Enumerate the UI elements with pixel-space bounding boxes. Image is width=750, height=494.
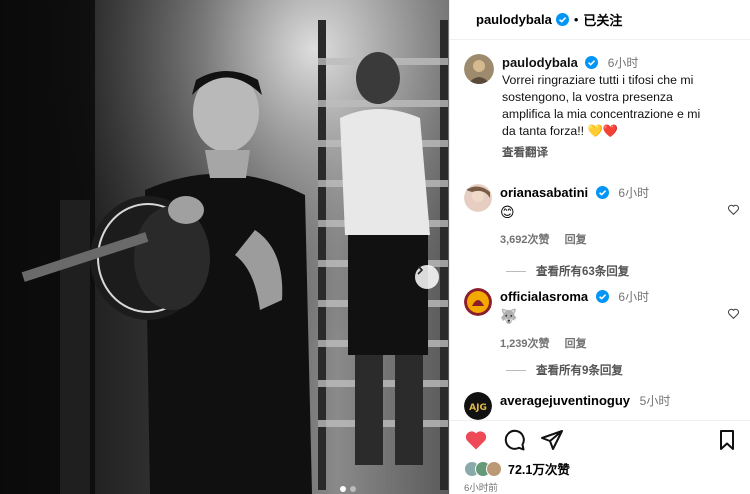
post-timestamp: 6小时前	[464, 483, 498, 494]
bookmark-icon[interactable]	[715, 428, 739, 452]
carousel-dot	[350, 486, 356, 492]
share-icon[interactable]	[540, 428, 564, 452]
verified-badge-icon	[595, 186, 609, 199]
caption-line: sostengono, la vostra presenza	[502, 90, 673, 104]
likes-count[interactable]: 72.1万次赞	[508, 459, 570, 478]
comment-item: officialasroma 6小时 🐺 1,239次赞 回复	[464, 288, 744, 351]
reply-button[interactable]: 回复	[565, 338, 587, 350]
caption-line: amplifica la mia concentrazione e mi	[502, 107, 701, 121]
next-photo-button[interactable]	[415, 265, 439, 289]
comment-username[interactable]: officialasroma	[500, 289, 588, 304]
view-replies-row[interactable]: 查看所有63条回复	[506, 263, 629, 279]
comment-text: 🐺	[500, 308, 518, 324]
avatar[interactable]: AJG	[464, 392, 492, 420]
header-separator: •	[573, 12, 579, 27]
avatar[interactable]	[464, 54, 494, 84]
heart-filled-icon[interactable]	[464, 428, 488, 452]
caption-username[interactable]: paulodybala	[502, 55, 578, 70]
likes-summary[interactable]: 72.1万次赞	[464, 459, 570, 478]
carousel-dot-active	[340, 486, 346, 492]
comment-item: orianasabatini 6小时 😊 3,692次赞 回复	[464, 184, 744, 247]
instagram-post-view: paulodybala • 已关注 paulodybala 6小时 Vorrei…	[0, 0, 750, 494]
post-caption: paulodybala 6小时 Vorrei ringraziare tutti…	[464, 54, 744, 162]
comment-likes[interactable]: 1,239次赞	[500, 338, 550, 350]
see-translation-link[interactable]: 查看翻译	[502, 145, 700, 162]
comment-username[interactable]: orianasabatini	[500, 185, 588, 200]
caption-time: 6小时	[607, 56, 639, 70]
gym-photo-illustration	[0, 0, 449, 494]
verified-badge-icon	[555, 13, 569, 26]
verified-badge-icon	[595, 290, 609, 303]
comment-username[interactable]: averagejuventinoguy	[500, 393, 630, 408]
caption-line: da tanta forza!! 💛❤️	[502, 124, 619, 138]
view-replies-link[interactable]: 查看所有63条回复	[536, 263, 629, 279]
divider-line	[506, 270, 526, 272]
post-actions-bar: 72.1万次赞 6小时前	[450, 420, 750, 494]
comment-time: 6小时	[618, 290, 650, 304]
liker-avatar	[486, 460, 502, 477]
heart-outline-icon[interactable]	[727, 307, 740, 320]
chevron-right-icon	[417, 265, 424, 275]
post-photo[interactable]	[0, 0, 449, 494]
caption-line: Vorrei ringraziare tutti i tifosi che mi	[502, 73, 694, 87]
heart-outline-icon[interactable]	[727, 203, 740, 216]
comment-item: AJG averagejuventinoguy 5小时	[464, 392, 744, 420]
divider-line	[506, 369, 526, 371]
comment-time: 6小时	[618, 186, 650, 200]
carousel-indicator	[340, 486, 356, 492]
svg-text:AJG: AJG	[469, 403, 487, 413]
comment-time: 5小时	[639, 394, 671, 408]
reply-button[interactable]: 回复	[565, 234, 587, 246]
view-replies-row[interactable]: 查看所有9条回复	[506, 362, 623, 378]
comment-text: 😊	[500, 204, 515, 220]
post-side-panel: paulodybala • 已关注 paulodybala 6小时 Vorrei…	[449, 0, 750, 494]
comment-icon[interactable]	[502, 428, 526, 452]
following-button[interactable]: 已关注	[583, 10, 622, 29]
verified-badge-icon	[585, 56, 599, 69]
post-header: paulodybala • 已关注	[450, 0, 750, 40]
avatar[interactable]	[464, 288, 492, 316]
header-username[interactable]: paulodybala	[476, 12, 552, 27]
avatar[interactable]	[464, 184, 492, 212]
comment-likes[interactable]: 3,692次赞	[500, 234, 550, 246]
view-replies-link[interactable]: 查看所有9条回复	[536, 362, 623, 378]
